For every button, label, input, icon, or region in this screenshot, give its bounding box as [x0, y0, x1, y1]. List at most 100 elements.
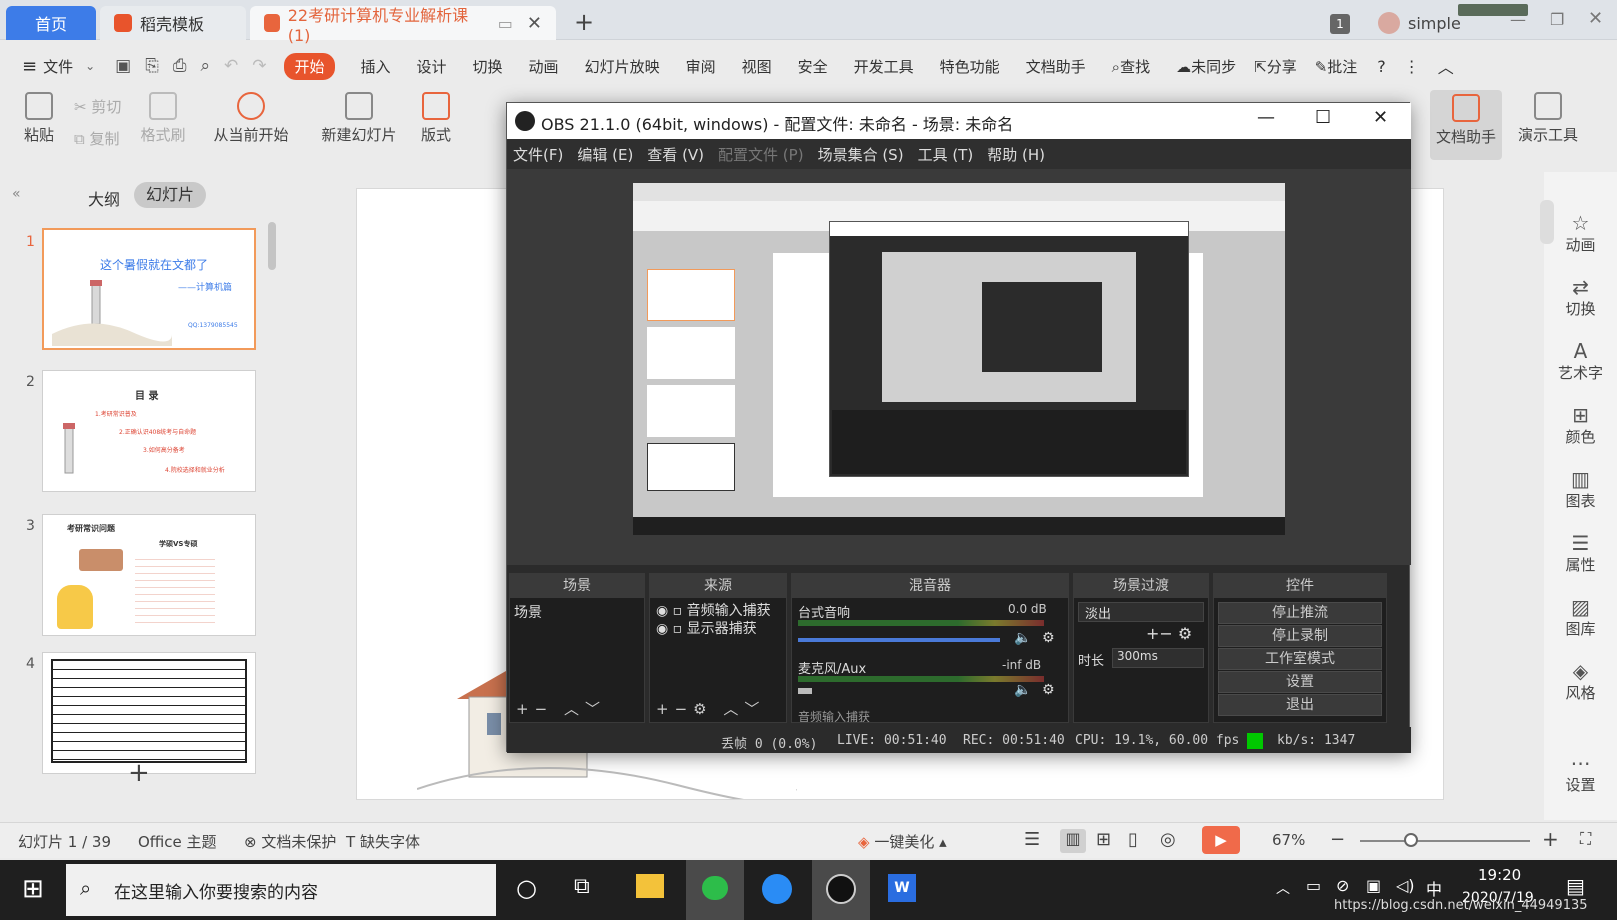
- tab-daoke[interactable]: 稻壳模板: [100, 6, 246, 40]
- desktop-volume-slider[interactable]: [798, 638, 1000, 642]
- menu-devtools[interactable]: 开发工具: [854, 56, 914, 77]
- taskbar-search[interactable]: ⌕ 在这里输入你要搜索的内容: [66, 864, 496, 916]
- wps-icon[interactable]: W: [888, 874, 916, 902]
- security-icon[interactable]: ⊘: [1336, 876, 1349, 895]
- eye-icon[interactable]: ◉: [656, 621, 668, 637]
- protect-status[interactable]: ⊗ 文档未保护: [244, 831, 336, 852]
- share-button[interactable]: ⇱分享: [1254, 56, 1297, 77]
- volume-icon[interactable]: ◁): [1396, 876, 1415, 895]
- add-icon[interactable]: +: [516, 700, 535, 718]
- zoom-slider-handle[interactable]: [1404, 833, 1418, 847]
- source-item[interactable]: ◉ ▫ 音频输入捕获: [656, 600, 771, 620]
- obs-close-icon[interactable]: ✕: [1373, 107, 1388, 128]
- copy-button[interactable]: ⧉ 复制: [74, 130, 120, 148]
- sorter-view-icon[interactable]: ⊞: [1096, 829, 1111, 850]
- tab-document[interactable]: 22考研计算机专业解析课 (1) ▭ ✕: [250, 6, 556, 45]
- notes-icon[interactable]: ☰: [1024, 829, 1040, 850]
- sidebar-settings[interactable]: ⋯ 设置: [1544, 752, 1617, 795]
- canvas-scrollbar[interactable]: [1540, 200, 1554, 244]
- up-icon[interactable]: ︿: [564, 700, 585, 718]
- sidebar-animation[interactable]: ☆ 动画: [1544, 212, 1617, 255]
- obs-minimize-icon[interactable]: —: [1257, 107, 1275, 128]
- obs-menu-help[interactable]: 帮助 (H): [987, 144, 1045, 165]
- task-view-icon[interactable]: ⧉: [574, 874, 590, 899]
- mic-volume-slider[interactable]: [798, 688, 812, 694]
- menu-special[interactable]: 特色功能: [940, 56, 1000, 77]
- gear-icon[interactable]: ⚙: [1042, 630, 1055, 646]
- format-painter-button[interactable]: 格式刷: [138, 92, 188, 144]
- tab-pin-icon[interactable]: ▭: [498, 14, 513, 33]
- down-icon[interactable]: ﹀: [744, 700, 765, 718]
- menu-animation[interactable]: 动画: [529, 56, 559, 77]
- muted-speaker-icon[interactable]: 🔈: [1014, 682, 1031, 698]
- panel-scrollbar[interactable]: [268, 222, 276, 270]
- transition-select[interactable]: 淡出: [1078, 602, 1204, 622]
- doc-assist-button[interactable]: 文档助手: [1430, 90, 1502, 160]
- missing-font[interactable]: T 缺失字体: [346, 831, 420, 852]
- gear-icon[interactable]: ⚙: [1178, 624, 1192, 643]
- paste-button[interactable]: 粘贴: [16, 92, 62, 144]
- eye-icon[interactable]: ◉: [656, 603, 668, 619]
- beautify-button[interactable]: ◈ 一键美化 ▴: [858, 831, 947, 852]
- menu-start[interactable]: 开始: [284, 52, 335, 80]
- menu-slideshow[interactable]: 幻灯片放映: [585, 56, 660, 77]
- file-explorer-icon[interactable]: [636, 874, 664, 898]
- collapse-panel-icon[interactable]: «: [12, 186, 21, 202]
- user-name[interactable]: simple: [1408, 14, 1461, 33]
- sidebar-color[interactable]: ⊞ 颜色: [1544, 404, 1617, 447]
- chevron-down-icon[interactable]: ⌄: [85, 59, 95, 73]
- obs-menu-scene-collection[interactable]: 场景集合 (S): [818, 144, 904, 165]
- layout-button[interactable]: 版式: [414, 92, 458, 144]
- obs-menu-edit[interactable]: 编辑 (E): [577, 144, 633, 165]
- sidebar-switch[interactable]: ⇄ 切换: [1544, 276, 1617, 319]
- add-icon[interactable]: +: [656, 700, 675, 718]
- play-slideshow-button[interactable]: ▶: [1202, 826, 1240, 854]
- source-item[interactable]: ◉ ▫ 显示器捕获: [656, 618, 757, 638]
- help-icon[interactable]: ?: [1377, 57, 1386, 76]
- add-slide-button[interactable]: +: [128, 758, 150, 788]
- window-count-badge[interactable]: 1: [1330, 14, 1350, 34]
- redo-icon[interactable]: ↷: [252, 56, 266, 76]
- obs-menu-tools[interactable]: 工具 (T): [918, 144, 974, 165]
- tab-slides[interactable]: 幻灯片: [134, 182, 206, 208]
- obs-taskbar-item[interactable]: [812, 860, 870, 920]
- cortana-icon[interactable]: ○: [516, 874, 537, 902]
- menu-review[interactable]: 审阅: [686, 56, 716, 77]
- zoom-slider[interactable]: [1360, 840, 1530, 842]
- sidebar-gallery[interactable]: ▨ 图库: [1544, 596, 1617, 639]
- obs-menu-profile[interactable]: 配置文件 (P): [718, 144, 804, 165]
- obs-title-bar[interactable]: OBS 21.1.0 (64bit, windows) - 配置文件: 未命名 …: [507, 103, 1411, 139]
- menu-security[interactable]: 安全: [798, 56, 828, 77]
- browser-icon[interactable]: [762, 874, 792, 904]
- undo-icon[interactable]: ↶: [224, 56, 238, 76]
- stop-recording-button[interactable]: 停止录制: [1218, 625, 1382, 647]
- menu-view[interactable]: 视图: [742, 56, 772, 77]
- network-icon[interactable]: ▣: [1366, 876, 1381, 895]
- new-slide-button[interactable]: 新建幻灯片: [316, 92, 402, 144]
- zoom-level[interactable]: 67%: [1272, 831, 1305, 849]
- battery-icon[interactable]: ▭: [1306, 876, 1321, 895]
- gear-icon[interactable]: ⚙: [1042, 682, 1055, 698]
- menu-file[interactable]: 文件: [43, 56, 73, 77]
- zoom-in-icon[interactable]: +: [1542, 827, 1559, 851]
- presenter-view-icon[interactable]: ◎: [1160, 829, 1176, 850]
- down-icon[interactable]: ﹀: [585, 700, 606, 718]
- sidebar-wordart[interactable]: A 艺术字: [1544, 340, 1617, 383]
- present-tools-button[interactable]: 演示工具: [1508, 92, 1588, 144]
- tab-close-icon[interactable]: ✕: [527, 13, 542, 34]
- scene-item[interactable]: 场景: [514, 602, 542, 622]
- remove-icon[interactable]: −: [675, 700, 694, 718]
- menu-design[interactable]: 设计: [417, 56, 447, 77]
- speaker-icon[interactable]: 🔈: [1014, 630, 1031, 646]
- play-from-current-button[interactable]: 从当前开始: [206, 92, 296, 144]
- close-window-icon[interactable]: ✕: [1588, 8, 1603, 29]
- sidebar-chart[interactable]: ▥ 图表: [1544, 468, 1617, 511]
- add-icon[interactable]: +: [1146, 624, 1159, 643]
- remove-icon[interactable]: −: [535, 700, 554, 718]
- theme-name[interactable]: Office 主题: [138, 831, 217, 852]
- show-hidden-icons[interactable]: ︿: [1276, 878, 1290, 898]
- duration-input[interactable]: 300ms: [1112, 648, 1204, 668]
- menu-docassist[interactable]: 文档助手: [1026, 56, 1086, 77]
- ime-indicator[interactable]: 中: [1426, 876, 1442, 900]
- sidebar-properties[interactable]: ☰ 属性: [1544, 532, 1617, 575]
